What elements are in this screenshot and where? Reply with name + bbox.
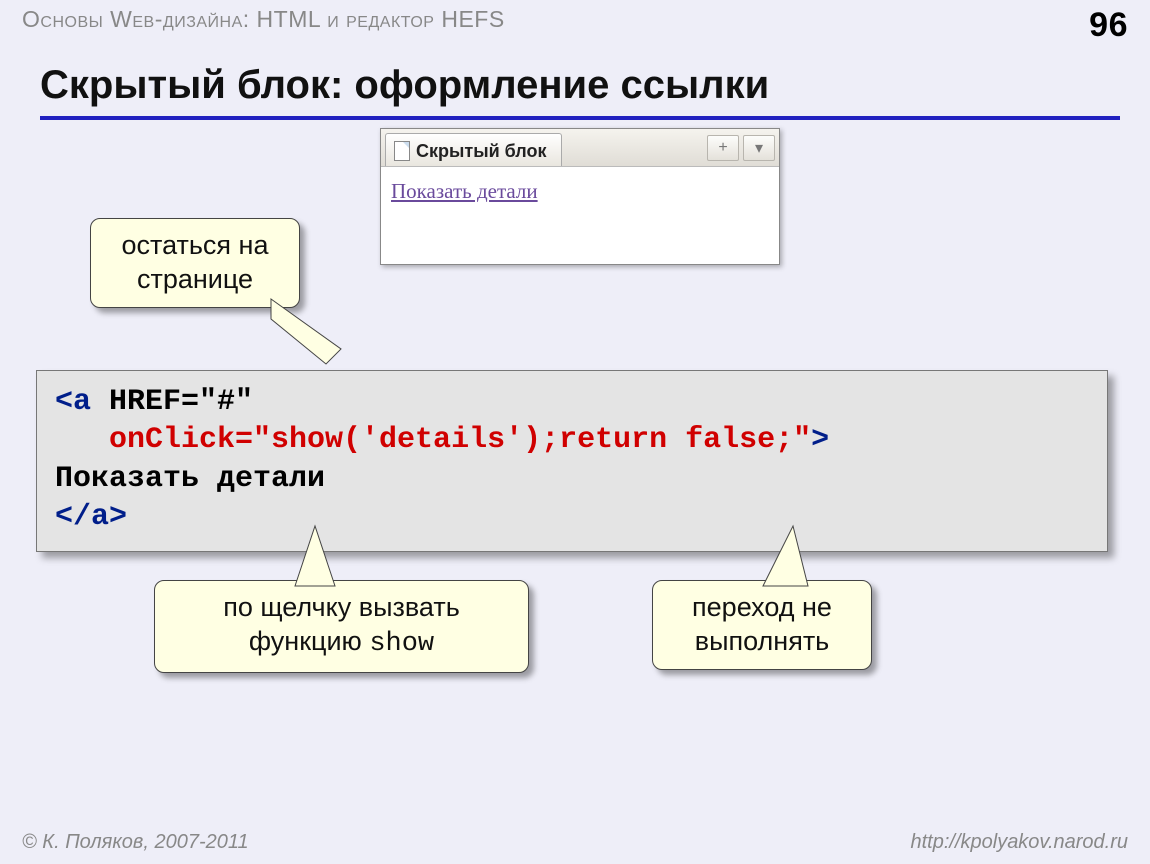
slide-footer: © К. Поляков, 2007-2011 http://kpolyakov… bbox=[0, 831, 1150, 854]
details-link[interactable]: Показать детали bbox=[391, 179, 538, 203]
callout-arrow-icon bbox=[285, 526, 365, 586]
browser-tabbar: Скрытый блок + ▾ bbox=[381, 129, 779, 167]
browser-content: Показать детали bbox=[381, 167, 779, 264]
browser-window: Скрытый блок + ▾ Показать детали bbox=[380, 128, 780, 265]
callout-stay-on-page: остаться на странице bbox=[90, 218, 300, 308]
page-number: 96 bbox=[1089, 6, 1128, 45]
page-icon bbox=[394, 141, 410, 161]
copyright: © К. Поляков, 2007-2011 bbox=[22, 831, 249, 854]
topic-text: Основы Web-дизайна: HTML и редактор HEFS bbox=[22, 6, 505, 33]
tab-menu-button[interactable]: ▾ bbox=[743, 135, 775, 161]
tab-label: Скрытый блок bbox=[416, 141, 547, 162]
footer-url: http://kpolyakov.narod.ru bbox=[910, 831, 1128, 854]
slide-header: Основы Web-дизайна: HTML и редактор HEFS… bbox=[0, 0, 1150, 45]
callout-arrow-icon bbox=[753, 526, 833, 586]
callout-onclick: по щелчку вызвать функцию show bbox=[154, 580, 529, 673]
browser-tab[interactable]: Скрытый блок bbox=[385, 133, 562, 166]
slide-title: Скрытый блок: оформление ссылки bbox=[40, 63, 1120, 120]
callout-arrow-icon bbox=[271, 289, 361, 379]
code-example: <a HREF="#" onClick="show('details');ret… bbox=[36, 370, 1108, 552]
new-tab-button[interactable]: + bbox=[707, 135, 739, 161]
callout-no-navigate: переход не выполнять bbox=[652, 580, 872, 670]
